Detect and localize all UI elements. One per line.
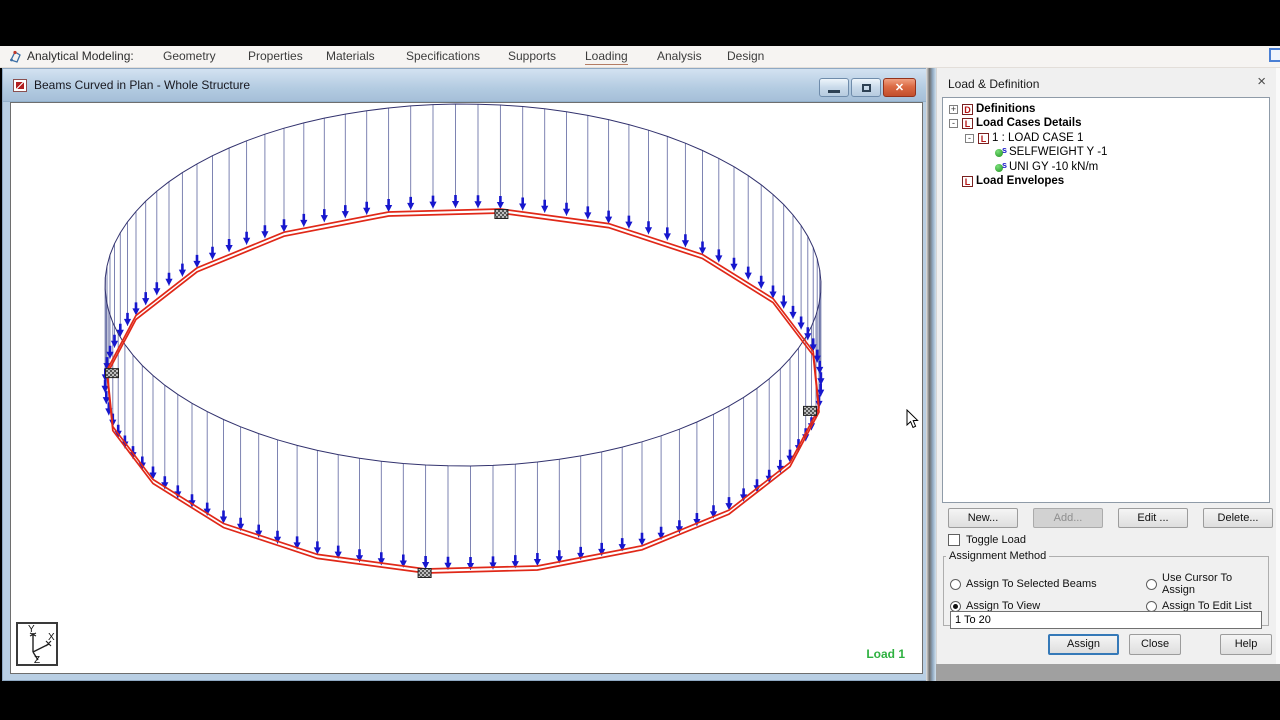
- collapse-icon[interactable]: -: [949, 119, 958, 129]
- support-marker[interactable]: [803, 405, 817, 416]
- support-marker[interactable]: [494, 209, 509, 219]
- help-button[interactable]: Help: [1220, 634, 1272, 655]
- assignment-method-group: Assignment Method Assign To Selected Bea…: [943, 550, 1269, 629]
- axis-y-label: Y: [28, 624, 35, 635]
- window-title-bar[interactable]: Beams Curved in Plan - Whole Structure ✕: [3, 69, 929, 102]
- assignment-method-legend: Assignment Method: [949, 550, 1047, 562]
- tree-row[interactable]: -L1 : LOAD CASE 1: [943, 132, 1269, 146]
- load-item-icon: s: [995, 145, 1007, 158]
- axis-z-label: Z: [34, 655, 40, 664]
- tree-row-label: 1 : LOAD CASE 1: [992, 131, 1084, 144]
- axis-x-label: X: [48, 632, 55, 643]
- radio-button-icon[interactable]: [950, 578, 961, 590]
- tree-row[interactable]: - L Load Cases Details: [943, 117, 1269, 131]
- radio-assign-to-selected-beams[interactable]: Assign To Selected Beams: [950, 572, 1146, 596]
- beam-ring-bottom-edge: [106, 212, 820, 574]
- load-icon: L: [962, 176, 973, 187]
- toggle-load-label: Toggle Load: [966, 534, 1026, 546]
- expand-icon[interactable]: +: [949, 105, 958, 114]
- load-item-icon: s: [995, 160, 1007, 172]
- close-panel-button[interactable]: Close: [1129, 634, 1181, 655]
- window-splitter[interactable]: [926, 68, 936, 681]
- toggle-load-checkbox[interactable]: [948, 534, 960, 546]
- model-viewport[interactable]: Y X Z Load 1: [10, 102, 923, 674]
- beam-list-input[interactable]: [950, 611, 1262, 629]
- tree-row[interactable]: s SELFWEIGHT Y -1: [943, 145, 1269, 160]
- tree-row[interactable]: L Load Envelopes: [943, 175, 1269, 189]
- radio-button-icon[interactable]: [1146, 600, 1157, 612]
- radio-button-icon[interactable]: [1146, 578, 1157, 590]
- definitions-icon: D: [962, 104, 973, 115]
- tree-row[interactable]: + D Definitions: [943, 103, 1269, 117]
- new-button[interactable]: New...: [948, 508, 1018, 528]
- panel-right-edge: [1276, 68, 1280, 664]
- assignment-options: Assign To Selected Beams Use Cursor To As…: [950, 572, 1264, 612]
- model-window: Beams Curved in Plan - Whole Structure ✕…: [2, 68, 930, 681]
- maximize-button[interactable]: [851, 78, 881, 97]
- menu-item-specifications[interactable]: Specifications: [406, 49, 480, 63]
- load-icon: L: [978, 132, 989, 144]
- top-letterbox: [0, 0, 1280, 46]
- support-marker[interactable]: [417, 568, 432, 578]
- menu-item-properties[interactable]: Properties: [248, 49, 303, 63]
- structure-drawing: [101, 103, 825, 578]
- menu-item-design[interactable]: Design: [727, 49, 764, 63]
- tree-row-label: Load Cases Details: [976, 117, 1082, 130]
- bottom-letterbox: [0, 681, 1280, 720]
- collapse-icon[interactable]: -: [965, 133, 974, 143]
- menu-item-loading[interactable]: Loading: [585, 49, 628, 65]
- close-icon: ✕: [894, 82, 905, 94]
- menu-item-materials[interactable]: Materials: [326, 49, 375, 63]
- menu-item-analysis[interactable]: Analysis: [657, 49, 702, 63]
- load-tree[interactable]: + D Definitions - L Load Cases Details - L 1 : L…: [942, 97, 1270, 503]
- window-title: Beams Curved in Plan - Whole Structure: [34, 78, 251, 92]
- load-arrowheads: [101, 195, 825, 570]
- minimize-button[interactable]: [819, 78, 849, 97]
- minimize-icon: [828, 89, 840, 93]
- app-icon: [10, 50, 21, 63]
- radio-label: Use Cursor To Assign: [1162, 572, 1233, 596]
- panel-title: Load & Definition: [948, 77, 1040, 91]
- load-definition-panel: Load & Definition × + D Definitions - L Load …: [936, 68, 1280, 664]
- delete-button[interactable]: Delete...: [1203, 508, 1273, 528]
- active-load-label: Load 1: [866, 647, 905, 661]
- mouse-cursor: [906, 409, 919, 429]
- assign-button[interactable]: Assign: [1048, 634, 1119, 655]
- edit-button[interactable]: Edit ...: [1118, 508, 1188, 528]
- menu-item-supports[interactable]: Supports: [508, 49, 556, 63]
- add-button: Add...: [1033, 508, 1103, 528]
- radio-use-cursor-to-assign[interactable]: Use Cursor To Assign: [1146, 572, 1264, 596]
- menu-item-geometry[interactable]: Geometry: [163, 49, 216, 63]
- load-icon: L: [962, 118, 973, 130]
- tree-row-label: Load Envelopes: [976, 175, 1065, 187]
- panel-close-icon[interactable]: ×: [1257, 74, 1266, 89]
- support-marker[interactable]: [105, 368, 119, 379]
- menu-bar: Analytical Modeling: Geometry Properties…: [0, 46, 1280, 68]
- radio-button-icon[interactable]: [950, 600, 961, 612]
- close-button[interactable]: ✕: [883, 78, 916, 97]
- tree-row-label: UNI GY -10 kN/m: [1009, 160, 1099, 173]
- panel-bottom-strip: [936, 664, 1280, 681]
- tree-row-label: SELFWEIGHT Y -1: [1009, 146, 1108, 159]
- window-icon: [13, 78, 27, 92]
- window-corner-icon: [1269, 48, 1280, 62]
- axis-indicator: Y X Z: [16, 622, 58, 666]
- app-mode-label: Analytical Modeling:: [27, 49, 134, 63]
- tree-row[interactable]: s UNI GY -10 kN/m: [943, 160, 1269, 175]
- load-arrow-stems: [104, 104, 822, 570]
- tree-row-label: Definitions: [976, 103, 1036, 115]
- maximize-icon: [861, 83, 871, 92]
- radio-label: Assign To Selected Beams: [966, 578, 1097, 590]
